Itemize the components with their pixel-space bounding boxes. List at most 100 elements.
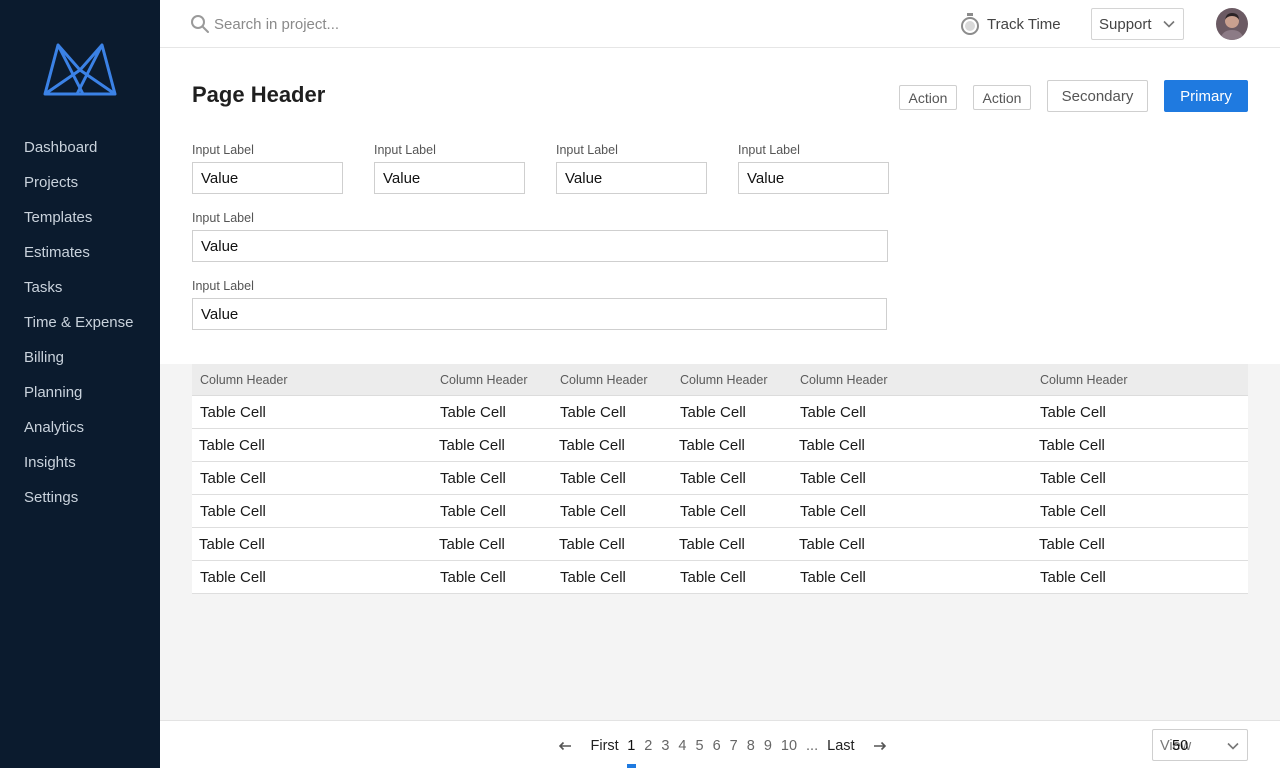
table-cell: Table Cell [800, 404, 866, 421]
arrow-left-icon[interactable] [558, 741, 572, 751]
table-cell: Table Cell [440, 503, 506, 520]
table-cell: Table Cell [800, 470, 866, 487]
primary-button[interactable]: Primary [1164, 80, 1248, 112]
secondary-button[interactable]: Secondary [1047, 80, 1148, 112]
page-size-select[interactable]: View 50 [1152, 729, 1248, 761]
column-header[interactable]: Column Header [800, 373, 888, 387]
input-field-3[interactable] [556, 162, 707, 194]
page-link[interactable]: 9 [764, 738, 772, 754]
pagination-footer: First 1 2 3 4 5 6 7 8 9 10 ... Last View… [160, 720, 1280, 768]
sidebar-item-tasks[interactable]: Tasks [24, 278, 134, 313]
column-header[interactable]: Column Header [680, 373, 768, 387]
table-cell: Table Cell [200, 503, 266, 520]
brand-logo[interactable] [43, 42, 117, 96]
table-row[interactable]: Table Cell Table Cell Table Cell Table C… [192, 429, 1248, 462]
table-cell: Table Cell [440, 470, 506, 487]
sidebar-item-estimates[interactable]: Estimates [24, 243, 134, 278]
first-page-link[interactable]: First [591, 738, 619, 754]
page-link[interactable]: 7 [730, 738, 738, 754]
sidebar-nav: Dashboard Projects Templates Estimates T… [24, 138, 134, 523]
data-table: Column Header Column Header Column Heade… [192, 364, 1248, 594]
table-cell: Table Cell [680, 404, 746, 421]
input-field-2[interactable] [374, 162, 525, 194]
page-link[interactable]: 10 [781, 738, 797, 754]
table-row[interactable]: Table Cell Table Cell Table Cell Table C… [192, 396, 1248, 429]
sidebar-item-billing[interactable]: Billing [24, 348, 134, 383]
table-cell: Table Cell [439, 437, 505, 454]
table-cell: Table Cell [199, 437, 265, 454]
last-page-link[interactable]: Last [827, 738, 854, 754]
action-button-2[interactable]: Action [973, 85, 1031, 110]
sidebar-item-insights[interactable]: Insights [24, 453, 134, 488]
user-avatar-image [1216, 8, 1248, 40]
sidebar-item-settings[interactable]: Settings [24, 488, 134, 523]
table-cell: Table Cell [680, 569, 746, 586]
sidebar-item-time-expense[interactable]: Time & Expense [24, 313, 134, 348]
table-cell: Table Cell [440, 404, 506, 421]
table-row[interactable]: Table Cell Table Cell Table Cell Table C… [192, 462, 1248, 495]
table-cell: Table Cell [560, 470, 626, 487]
table-row[interactable]: Table Cell Table Cell Table Cell Table C… [192, 495, 1248, 528]
table-cell: Table Cell [679, 536, 745, 553]
pagination-ellipsis: ... [806, 738, 819, 754]
input-field-4[interactable] [738, 162, 889, 194]
table-cell: Table Cell [799, 536, 865, 553]
column-header[interactable]: Column Header [440, 373, 528, 387]
track-time-label: Track Time [987, 15, 1061, 33]
sidebar-item-analytics[interactable]: Analytics [24, 418, 134, 453]
sidebar-item-templates[interactable]: Templates [24, 208, 134, 243]
field-label: Input Label [192, 211, 254, 225]
table-row[interactable]: Table Cell Table Cell Table Cell Table C… [192, 528, 1248, 561]
input-field-6[interactable] [192, 298, 887, 330]
field-label: Input Label [192, 279, 254, 293]
field-label: Input Label [192, 143, 254, 157]
table-header-row: Column Header Column Header Column Heade… [192, 364, 1248, 396]
table-cell: Table Cell [1039, 437, 1105, 454]
sidebar: Dashboard Projects Templates Estimates T… [0, 0, 160, 768]
table-cell: Table Cell [439, 536, 505, 553]
input-field-5[interactable] [192, 230, 888, 262]
table-cell: Table Cell [680, 503, 746, 520]
table-cell: Table Cell [200, 404, 266, 421]
page-link[interactable]: 5 [696, 738, 704, 754]
table-cell: Table Cell [560, 404, 626, 421]
search-input[interactable] [214, 13, 514, 35]
input-field-1[interactable] [192, 162, 343, 194]
column-header[interactable]: Column Header [1040, 373, 1128, 387]
field-label: Input Label [374, 143, 436, 157]
table-row[interactable]: Table Cell Table Cell Table Cell Table C… [192, 561, 1248, 594]
page-link[interactable]: 3 [661, 738, 669, 754]
column-header[interactable]: Column Header [200, 373, 288, 387]
page-link[interactable]: 6 [713, 738, 721, 754]
table-cell: Table Cell [559, 536, 625, 553]
table-cell: Table Cell [1039, 536, 1105, 553]
pagination: First 1 2 3 4 5 6 7 8 9 10 ... Last [558, 736, 887, 756]
field-label: Input Label [556, 143, 618, 157]
page-link[interactable]: 4 [678, 738, 686, 754]
sidebar-item-dashboard[interactable]: Dashboard [24, 138, 134, 173]
sidebar-item-projects[interactable]: Projects [24, 173, 134, 208]
page-link[interactable]: 8 [747, 738, 755, 754]
track-time-button[interactable]: Track Time [960, 12, 1061, 36]
table-cell: Table Cell [559, 437, 625, 454]
search-icon [191, 15, 209, 33]
table-cell: Table Cell [200, 569, 266, 586]
column-header[interactable]: Column Header [560, 373, 648, 387]
page-link-current[interactable]: 1 [627, 738, 635, 754]
current-page-indicator [627, 764, 636, 768]
arrow-right-icon[interactable] [873, 741, 887, 751]
table-cell: Table Cell [1040, 470, 1106, 487]
avatar[interactable] [1216, 8, 1248, 40]
table-cell: Table Cell [800, 503, 866, 520]
content-panel: Page Header Action Action Secondary Prim… [160, 48, 1280, 364]
top-bar: Track Time Support [160, 0, 1280, 48]
table-cell: Table Cell [440, 569, 506, 586]
action-button-1[interactable]: Action [899, 85, 957, 110]
support-dropdown[interactable]: Support [1091, 8, 1184, 40]
stopwatch-icon [961, 13, 979, 35]
page-link[interactable]: 2 [644, 738, 652, 754]
table-cell: Table Cell [1040, 569, 1106, 586]
chevron-down-icon [1227, 742, 1239, 750]
table-cell: Table Cell [560, 503, 626, 520]
sidebar-item-planning[interactable]: Planning [24, 383, 134, 418]
